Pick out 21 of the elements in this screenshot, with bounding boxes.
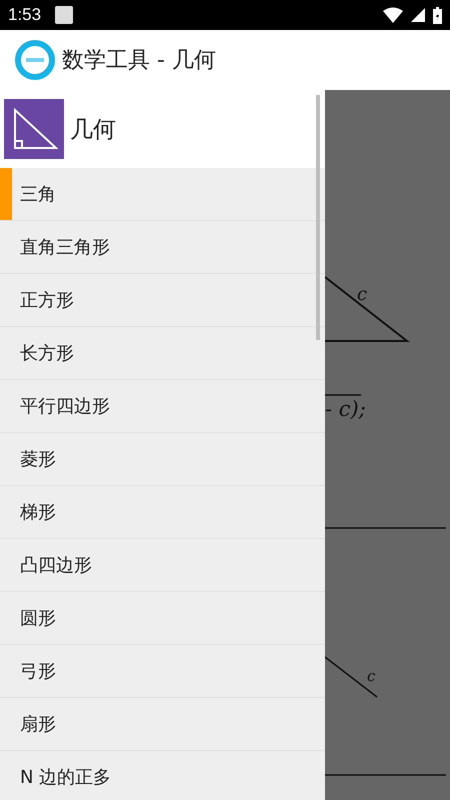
app-title: 数学工具 - 几何 [62, 47, 216, 75]
signal-icon [411, 7, 425, 23]
battery-icon [433, 6, 442, 24]
wifi-icon [383, 7, 403, 23]
drawer-item[interactable]: 长方形 [0, 327, 325, 380]
app-logo-icon [14, 39, 56, 81]
drawer-item[interactable]: 三角 [0, 168, 325, 221]
drawer-item[interactable]: 平行四边形 [0, 380, 325, 433]
drawer-item[interactable]: 菱形 [0, 433, 325, 486]
drawer-item[interactable]: 直角三角形 [0, 221, 325, 274]
drawer-header: 几何 [70, 116, 116, 144]
drawer-item[interactable]: 凸四边形 [0, 539, 325, 592]
status-time: 1:53 [8, 5, 42, 25]
drawer-item[interactable]: 弓形 [0, 645, 325, 698]
drawer-item[interactable]: 梯形 [0, 486, 325, 539]
drawer-item[interactable]: 圆形 [0, 592, 325, 645]
drawer-item[interactable]: 扇形 [0, 698, 325, 751]
dimmed-page-drawing: c - c); c [325, 90, 450, 800]
notification-icon [55, 6, 74, 24]
drawer-item[interactable]: 正方形 [0, 274, 325, 327]
drawer-item[interactable]: N 边的正多 [0, 751, 325, 800]
